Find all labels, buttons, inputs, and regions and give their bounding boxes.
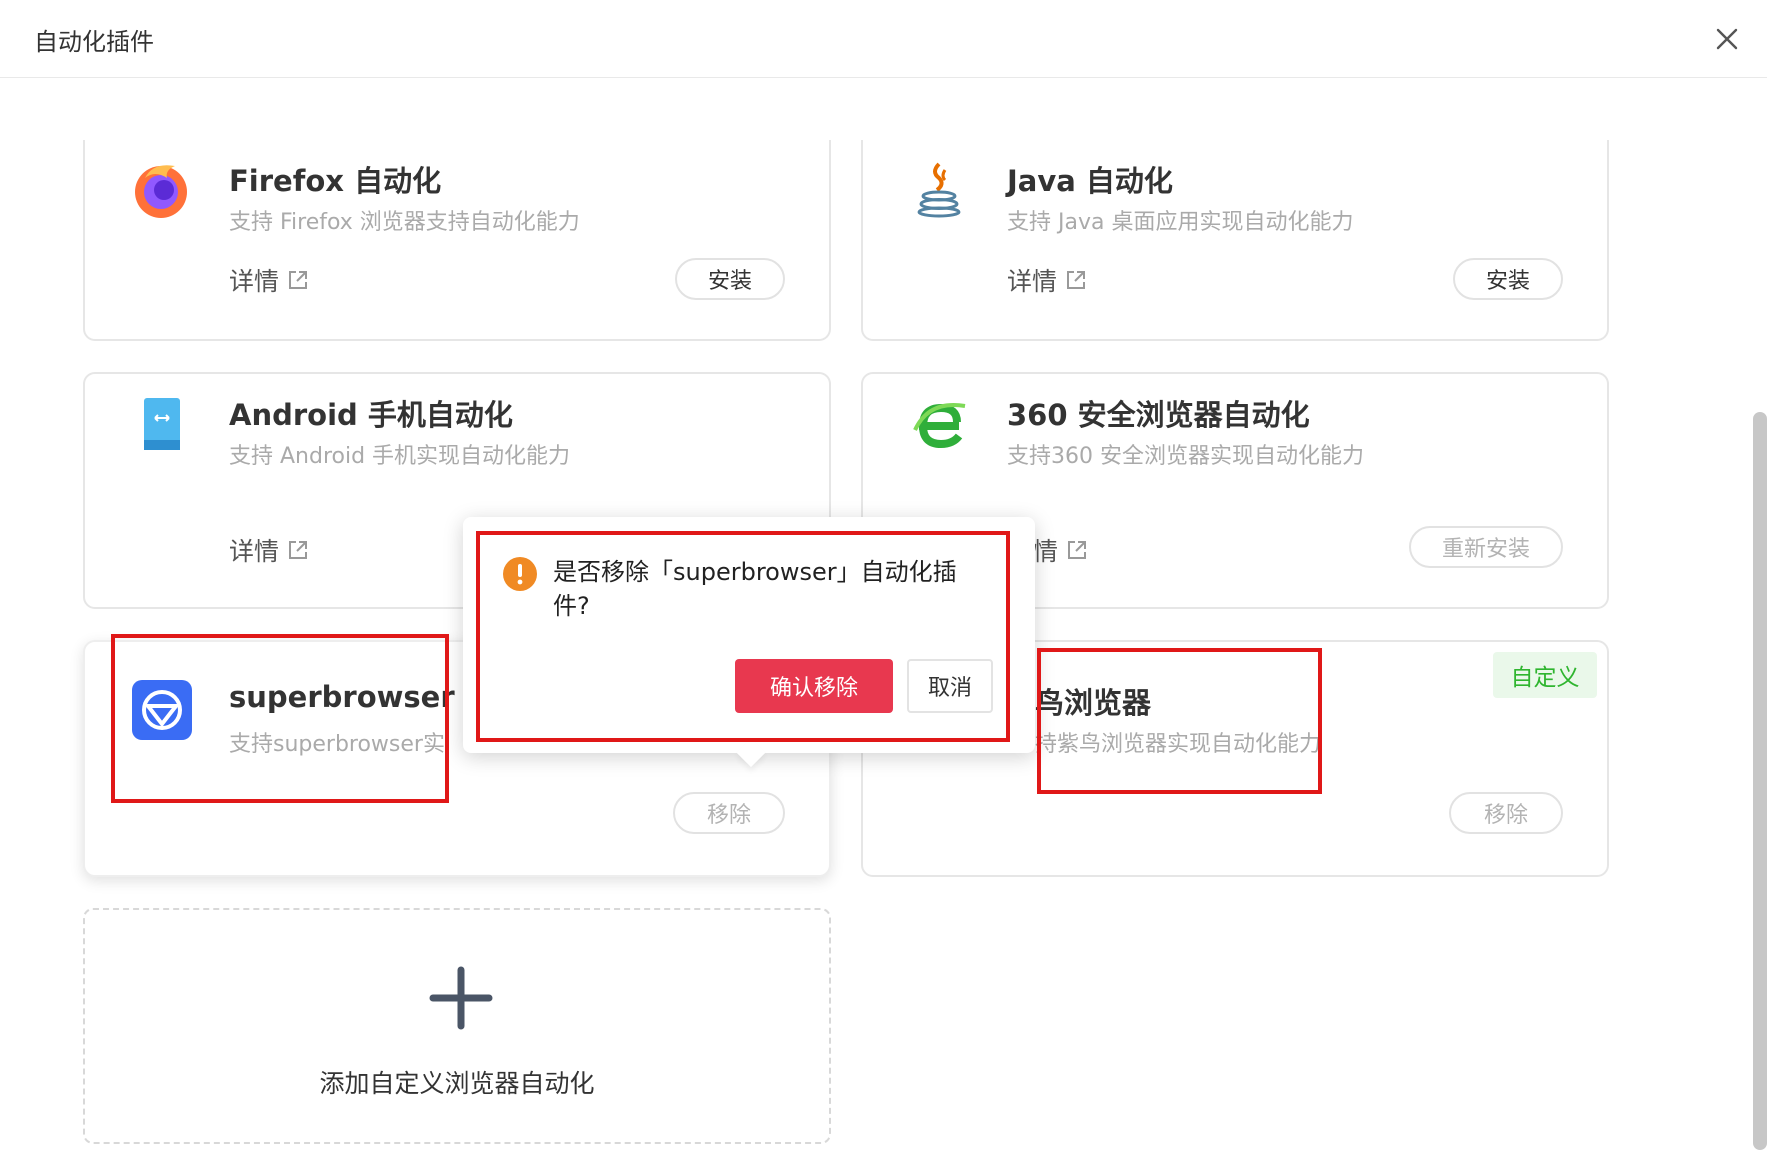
install-button[interactable]: 安装 (675, 258, 785, 300)
plugin-desc: 支持 Firefox 浏览器支持自动化能力 (229, 210, 580, 235)
firefox-icon (135, 165, 187, 218)
detail-link[interactable]: 详情 (229, 262, 309, 298)
cancel-button[interactable]: 取消 (907, 659, 993, 713)
remove-confirm-popover: 是否移除「superbrowser」自动化插件? 确认移除 取消 (463, 517, 1035, 768)
confirm-remove-button[interactable]: 确认移除 (735, 659, 893, 713)
plugin-desc: 支持360 安全浏览器实现自动化能力 (1007, 444, 1364, 469)
external-link-icon (1068, 541, 1087, 559)
plugin-card-java: Java 自动化 支持 Java 桌面应用实现自动化能力 详情 安装 (861, 140, 1609, 341)
remove-button[interactable]: 移除 (673, 792, 785, 834)
scrollbar[interactable] (1753, 412, 1767, 1150)
plugin-name: 360 安全浏览器自动化 (1007, 398, 1310, 432)
confirm-message: 是否移除「superbrowser」自动化插件? (553, 558, 957, 620)
close-icon[interactable] (1712, 24, 1742, 54)
detail-label: 详情 (229, 267, 280, 296)
detail-label: 情 (1033, 537, 1059, 566)
custom-tag: 自定义 (1493, 652, 1597, 698)
detail-link[interactable]: 情 (1033, 532, 1088, 568)
plugin-desc: 支持superbrowser实 (229, 732, 445, 757)
install-button[interactable]: 安装 (1453, 258, 1563, 300)
detail-label: 详情 (1007, 267, 1058, 296)
plus-icon (429, 966, 493, 1030)
plugin-name: 鸟浏览器 (1035, 686, 1152, 720)
dialog-header: 自动化插件 (0, 0, 1767, 78)
detail-link[interactable]: 详情 (1007, 262, 1087, 298)
dialog-title: 自动化插件 (34, 28, 154, 56)
plugin-name: Java 自动化 (1007, 164, 1173, 198)
add-custom-browser-card[interactable]: 添加自定义浏览器自动化 (83, 908, 831, 1144)
warning-icon (503, 557, 537, 591)
plugin-name: superbrowser (229, 680, 455, 714)
detail-label: 详情 (229, 537, 280, 566)
superbrowser-icon (132, 680, 192, 740)
add-custom-label: 添加自定义浏览器自动化 (319, 1069, 595, 1098)
plugin-desc: 支持 Android 手机实现自动化能力 (229, 444, 571, 469)
external-link-icon (289, 541, 308, 559)
plugin-desc: 支持 Java 桌面应用实现自动化能力 (1007, 210, 1354, 235)
plugin-name: Android 手机自动化 (229, 398, 513, 432)
plugin-card-firefox: Firefox 自动化 支持 Firefox 浏览器支持自动化能力 详情 安装 (83, 140, 831, 341)
remove-button[interactable]: 移除 (1449, 792, 1563, 834)
360-browser-icon (913, 403, 966, 449)
external-link-icon (289, 271, 308, 289)
reinstall-button[interactable]: 重新安装 (1409, 526, 1563, 568)
plugin-desc: 持紫鸟浏览器实现自动化能力 (1035, 732, 1322, 757)
android-phone-icon (144, 398, 180, 450)
plugin-name: Firefox 自动化 (229, 164, 442, 198)
java-icon (917, 162, 961, 218)
external-link-icon (1067, 271, 1086, 289)
detail-link[interactable]: 详情 (229, 532, 309, 568)
